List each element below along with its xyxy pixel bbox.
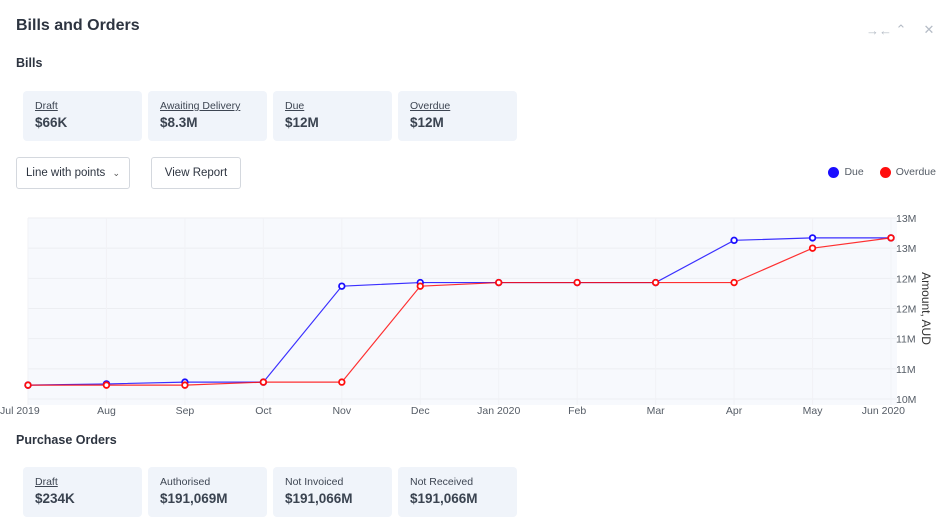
legend-marker-icon	[828, 166, 840, 178]
x-tick-label: Oct	[255, 405, 271, 417]
y-tick-label: 12M	[896, 304, 916, 316]
data-point-due[interactable]	[808, 234, 817, 242]
chart-type-value: Line with points	[26, 167, 106, 179]
legend-item-due[interactable]: Due	[828, 166, 864, 178]
bills-card-draft: Draft $66K	[23, 91, 142, 141]
data-point-overdue[interactable]	[887, 234, 895, 242]
x-tick-label: May	[803, 405, 824, 417]
bills-card-awaiting-delivery: Awaiting Delivery $8.3M	[148, 91, 267, 141]
x-tick-label: Feb	[568, 405, 586, 417]
data-point-overdue[interactable]	[730, 278, 738, 287]
card-label-link[interactable]: Draft	[35, 476, 130, 488]
bills-card-due: Due $12M	[273, 91, 392, 141]
x-tick-label: Jun 2020	[862, 405, 905, 417]
card-label-link[interactable]: Awaiting Delivery	[160, 100, 255, 112]
bills-cards: Draft $66K Awaiting Delivery $8.3M Due $…	[23, 91, 517, 141]
x-tick-label: Apr	[726, 405, 743, 417]
chevron-up-icon[interactable]: ⌃	[894, 22, 908, 38]
collapse-arrows-icon[interactable]: →←	[866, 23, 892, 38]
card-label-link[interactable]: Overdue	[410, 100, 505, 112]
data-point-due[interactable]	[338, 282, 346, 290]
data-point-overdue[interactable]	[416, 282, 424, 290]
window-controls: →← ⌃ ✕	[866, 22, 936, 38]
y-tick-label: 10M	[896, 394, 916, 406]
card-label-link[interactable]: Draft	[35, 100, 130, 112]
card-value: $191,066M	[285, 491, 353, 506]
y-tick-label: 11M	[896, 364, 916, 376]
legend-label: Due	[844, 166, 864, 178]
chart-legend: Due Overdue	[828, 166, 936, 178]
x-tick-label: Mar	[647, 405, 666, 417]
purchase-orders-cards: Draft $234K Authorised $191,069M Not Inv…	[23, 467, 517, 517]
po-card-not-invoiced: Not Invoiced $191,066M	[273, 467, 392, 517]
view-report-button[interactable]: View Report	[151, 157, 241, 189]
data-point-overdue[interactable]	[495, 278, 503, 287]
bills-section-title: Bills	[16, 56, 43, 70]
po-card-draft: Draft $234K	[23, 467, 142, 517]
card-value: $66K	[35, 115, 68, 130]
data-point-overdue[interactable]	[259, 378, 268, 386]
y-tick-label: 11M	[896, 334, 916, 346]
data-point-overdue[interactable]	[651, 278, 660, 287]
x-tick-label: Sep	[176, 405, 195, 417]
data-point-overdue[interactable]	[181, 381, 189, 389]
close-icon[interactable]: ✕	[922, 22, 936, 38]
card-value: $12M	[410, 115, 444, 130]
po-card-not-received: Not Received $191,066M	[398, 467, 517, 517]
data-point-overdue[interactable]	[338, 378, 346, 386]
data-point-due[interactable]	[730, 236, 738, 245]
plot-area	[28, 218, 897, 405]
purchase-orders-section-title: Purchase Orders	[16, 433, 117, 447]
data-point-overdue[interactable]	[102, 381, 111, 389]
y-tick-label: 13M	[896, 213, 916, 225]
y-tick-label: 12M	[896, 273, 916, 285]
x-tick-label: Dec	[411, 405, 430, 417]
card-value: $8.3M	[160, 115, 198, 130]
card-value: $234K	[35, 491, 75, 506]
card-value: $191,066M	[410, 491, 478, 506]
data-point-overdue[interactable]	[573, 278, 581, 287]
card-label: Not Received	[410, 476, 474, 488]
chevron-down-icon: ⌄	[112, 167, 120, 178]
legend-marker-icon	[879, 166, 891, 178]
card-label: Authorised	[160, 476, 211, 488]
panel-title: Bills and Orders	[16, 17, 140, 34]
legend-label: Overdue	[895, 166, 936, 178]
data-point-overdue[interactable]	[808, 244, 817, 252]
card-label-link[interactable]: Due	[285, 100, 380, 112]
data-point-overdue[interactable]	[24, 381, 32, 389]
y-tick-label: 13M	[896, 243, 916, 255]
y-axis-title: Amount, AUD	[919, 272, 933, 345]
x-tick-label: Jul 2019	[0, 405, 40, 417]
chart-type-select[interactable]: Line with points ⌄	[16, 157, 130, 189]
x-tick-label: Jan 2020	[477, 405, 520, 417]
po-card-authorised: Authorised $191,069M	[148, 467, 267, 517]
line-chart: Jul 2019 Aug Sep Oct Nov Dec Jan 2020 Feb Mar Apr…	[0, 213, 933, 417]
card-value: $12M	[285, 115, 319, 130]
x-tick-label: Aug	[97, 405, 116, 417]
card-value: $191,069M	[160, 491, 228, 506]
legend-item-overdue[interactable]: Overdue	[879, 166, 936, 178]
x-tick-label: Nov	[332, 405, 351, 417]
bills-card-overdue: Overdue $12M	[398, 91, 517, 141]
card-label: Not Invoiced	[285, 476, 344, 488]
